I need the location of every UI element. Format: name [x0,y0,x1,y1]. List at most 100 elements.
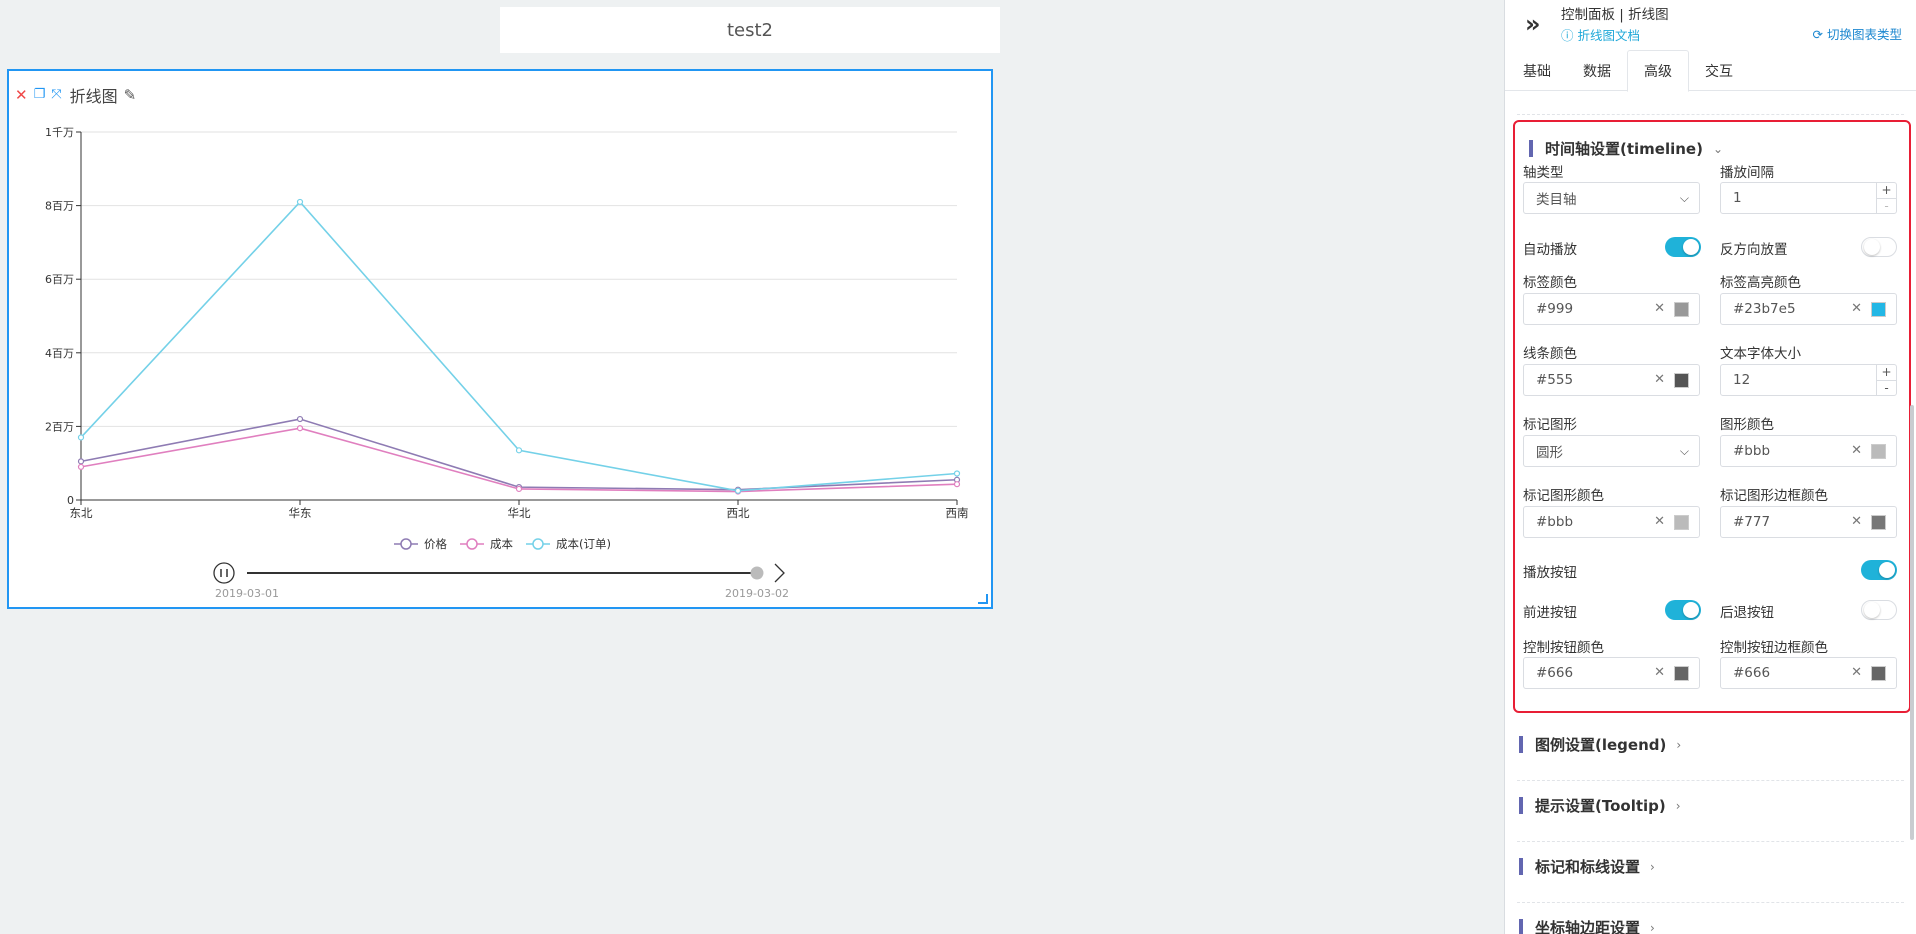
minus-icon[interactable]: - [1877,379,1896,396]
color-swatch[interactable] [1674,515,1689,530]
chevron-right-icon: › [1650,920,1655,934]
tab-label: 数据 [1583,63,1611,80]
section-divider [1517,902,1904,903]
data-point [515,447,523,454]
shape-color-label: 图形颜色 [1720,417,1774,433]
line-color-input[interactable]: #555 ✕ [1523,364,1700,396]
clear-icon[interactable]: ✕ [1654,514,1665,529]
timeline-current-marker [750,566,764,580]
tab-interaction[interactable]: 交互 [1689,50,1749,91]
symbol-select[interactable]: 圆形 ⌵ [1523,435,1700,467]
data-point [296,415,304,423]
tab-label: 交互 [1705,63,1733,80]
widget-title: 折线图 [69,87,118,106]
font-size-stepper[interactable]: + - [1876,365,1896,395]
color-swatch[interactable] [1871,302,1886,317]
shape-color-input[interactable]: #bbb ✕ [1720,435,1897,467]
control-border-input[interactable]: #666 ✕ [1720,657,1897,689]
clear-icon[interactable]: ✕ [1851,665,1862,680]
color-swatch[interactable] [1674,302,1689,317]
x-tick-label: 西北 [727,506,750,520]
section-marker [1519,919,1523,934]
legend-label: 成本 [490,537,513,551]
section-title: 时间轴设置(timeline) [1545,140,1703,158]
tab-basic[interactable]: 基础 [1507,50,1567,91]
symbol-border-input[interactable]: #777 ✕ [1720,506,1897,538]
section-title: 标记和标线设置 [1535,858,1641,876]
widget-toolbar: ✕ ❐ ⤧ 折线图 ✎ [15,83,136,107]
toggle-knob [1864,239,1880,255]
data-point [296,198,304,206]
double-chevron-icon[interactable]: » [1525,10,1541,38]
clear-icon[interactable]: ✕ [1654,665,1665,680]
doc-link-label: 折线图文档 [1577,28,1641,43]
minus-icon[interactable]: - [1877,197,1896,214]
clear-icon[interactable]: ✕ [1654,372,1665,387]
canvas-title-box[interactable]: test2 [500,7,1000,53]
color-swatch[interactable] [1674,666,1689,681]
play-interval-label: 播放间隔 [1720,165,1774,181]
legend-label: 价格 [424,537,447,551]
copy-icon[interactable]: ❐ [34,88,46,102]
label-color-input[interactable]: #999 ✕ [1523,293,1700,325]
inverse-toggle[interactable] [1861,237,1897,257]
toggle-knob [1879,562,1895,578]
axis-type-select[interactable]: 类目轴 ⌵ [1523,182,1700,214]
chart-widget[interactable]: 0 2百万 4百万 6百万 8百万 1千万 东北 华东 华北 西北 西南 价格 成本 成本(订单) 2019… [7,69,993,609]
data-point [515,485,523,493]
play-button-toggle[interactable] [1861,560,1897,580]
axis-margin-section-header[interactable]: 坐标轴边距设置 › [1519,917,1655,934]
plus-icon[interactable]: + [1877,183,1896,198]
play-button-label: 播放按钮 [1523,565,1577,581]
legend-section-header[interactable]: 图例设置(legend) › [1519,734,1681,755]
edit-icon[interactable]: ✎ [124,88,137,103]
clear-icon[interactable]: ✕ [1851,301,1862,316]
doc-link[interactable]: ⓘ 折线图文档 [1561,25,1640,44]
color-swatch[interactable] [1871,444,1886,459]
panel-scrollbar[interactable] [1910,405,1914,840]
chevron-down-icon: ⌵ [1679,191,1689,205]
clear-icon[interactable]: ✕ [1851,514,1862,529]
backward-label: 后退按钮 [1720,605,1774,621]
color-swatch[interactable] [1871,515,1886,530]
forward-toggle[interactable] [1665,600,1701,620]
expand-icon[interactable]: ⤧ [51,88,61,102]
color-swatch[interactable] [1871,666,1886,681]
line-chart: 02百万4百万6百万8百万1千万东北 华东 华北 西北 西南价格 成本 成本(订单)2019… [45,126,969,600]
data-point [77,463,85,470]
data-point [77,434,85,441]
plus-icon[interactable]: + [1877,365,1896,380]
data-point [953,470,961,477]
tab-advanced[interactable]: 高级 [1627,50,1689,92]
timeline-section-header[interactable]: 时间轴设置(timeline) ⌄ [1529,138,1723,159]
section-marker [1519,797,1523,814]
control-color-input[interactable]: #666 ✕ [1523,657,1700,689]
refresh-icon: ⟳ [1812,27,1823,42]
label-color-value: #999 [1536,301,1574,317]
color-swatch[interactable] [1674,373,1689,388]
play-interval-stepper[interactable]: + - [1876,183,1896,213]
section-divider [1517,780,1904,781]
tooltip-section-header[interactable]: 提示设置(Tooltip) › [1519,795,1681,816]
switch-chart-type-link[interactable]: ⟳ 切换图表类型 [1813,24,1902,43]
section-divider [1517,114,1904,115]
markline-section-header[interactable]: 标记和标线设置 › [1519,856,1655,877]
clear-icon[interactable]: ✕ [1851,443,1862,458]
line-color-label: 线条颜色 [1523,346,1577,362]
auto-play-toggle[interactable] [1665,237,1701,257]
backward-toggle[interactable] [1861,600,1897,620]
font-size-label: 文本字体大小 [1720,346,1801,362]
line-color-value: #555 [1536,372,1574,388]
label-highlight-input[interactable]: #23b7e5 ✕ [1720,293,1897,325]
play-interval-input[interactable]: 1 + - [1720,182,1897,214]
font-size-input[interactable]: 12 + - [1720,364,1897,396]
data-point [296,425,304,432]
control-color-value: #666 [1536,665,1574,681]
font-size-value: 12 [1733,372,1751,388]
chevron-right-icon: › [1650,859,1655,874]
tab-data[interactable]: 数据 [1567,50,1627,91]
clear-icon[interactable]: ✕ [1654,301,1665,316]
symbol-color-input[interactable]: #bbb ✕ [1523,506,1700,538]
close-icon[interactable]: ✕ [15,88,28,103]
resize-handle[interactable] [978,594,988,604]
